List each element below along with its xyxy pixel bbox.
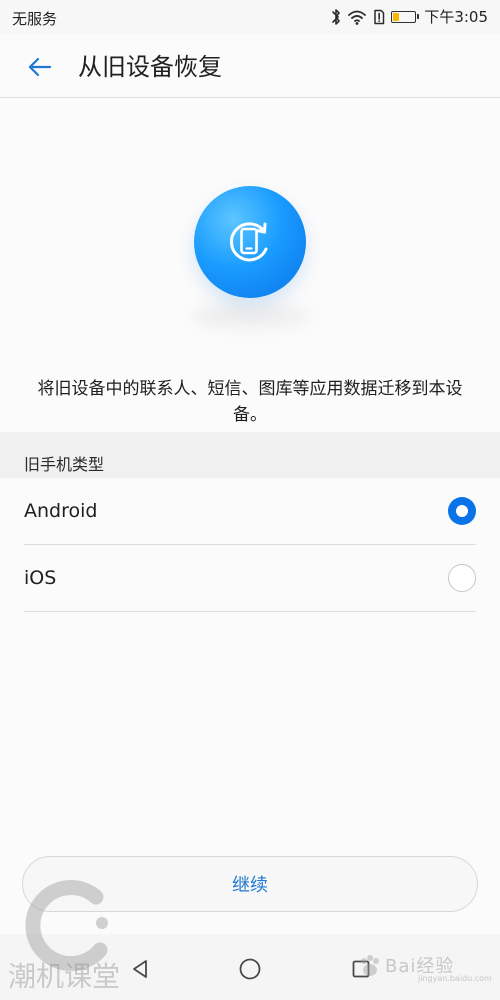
migration-description: 将旧设备中的联系人、短信、图库等应用数据迁移到本设备。 — [37, 379, 463, 425]
hero-illustration — [0, 185, 500, 335]
navigation-bar — [0, 934, 500, 1000]
back-arrow-icon — [28, 57, 52, 77]
nav-home-button[interactable] — [235, 954, 265, 984]
sim-alert-icon — [373, 8, 385, 26]
bluetooth-icon — [331, 8, 341, 26]
option-label-android: Android — [24, 500, 98, 522]
nav-home-icon — [239, 958, 261, 980]
continue-button[interactable]: 继续 — [22, 856, 478, 912]
section-title: 旧手机类型 — [24, 455, 105, 474]
wifi-icon — [347, 8, 367, 26]
status-bar: 无服务 下午3:05 — [0, 0, 500, 34]
status-time: 下午3:05 — [424, 8, 488, 26]
battery-icon — [391, 10, 420, 23]
option-label-ios: iOS — [24, 567, 57, 589]
battery-level — [393, 12, 400, 21]
radio-android[interactable] — [448, 497, 476, 525]
option-ios[interactable]: iOS — [24, 545, 476, 612]
restore-phone-icon — [194, 186, 306, 298]
nav-recent-button[interactable] — [346, 954, 376, 984]
status-icons: 下午3:05 — [331, 6, 488, 27]
back-button[interactable] — [19, 50, 59, 84]
app-bar: 从旧设备恢复 — [0, 34, 500, 98]
nav-back-icon — [133, 960, 147, 978]
carrier-text: 无服务 — [12, 10, 58, 28]
radio-ios[interactable] — [448, 564, 476, 592]
option-android[interactable]: Android — [24, 478, 476, 545]
nav-back-button[interactable] — [125, 954, 155, 984]
nav-recent-icon — [352, 960, 370, 978]
hero-circle — [194, 186, 306, 298]
page-title: 从旧设备恢复 — [78, 53, 222, 81]
continue-button-label: 继续 — [232, 875, 268, 896]
hero-shadow — [191, 305, 309, 327]
